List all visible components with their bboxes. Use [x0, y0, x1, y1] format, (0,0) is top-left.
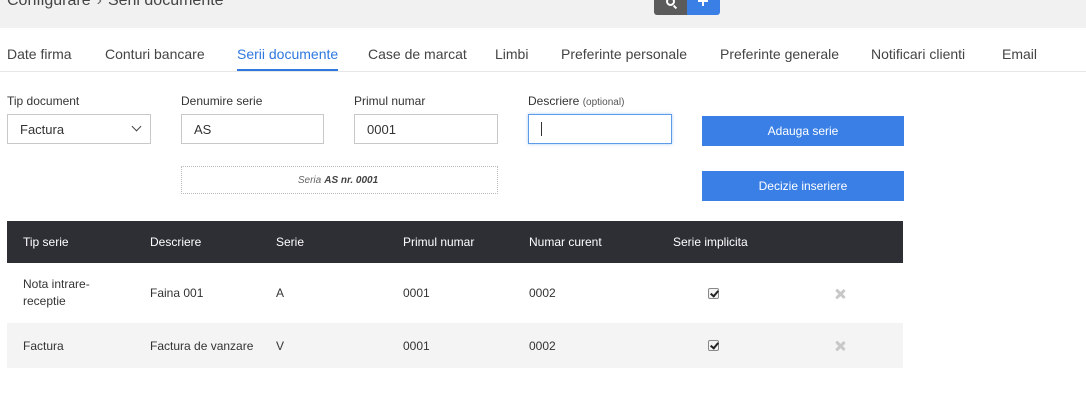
tab-preferinte-personale[interactable]: Preferinte personale	[561, 46, 687, 62]
text-cursor	[541, 122, 542, 136]
cell-numar-curent: 0002	[529, 339, 556, 353]
top-bar: Configurare › Serii documente	[0, 0, 1086, 28]
cell-primul-numar: 0001	[403, 286, 430, 300]
descriere-input[interactable]	[528, 114, 672, 144]
header-serie: Serie	[276, 235, 305, 249]
cell-descriere: Faina 001	[150, 286, 204, 300]
denumire-serie-input[interactable]: AS	[181, 114, 324, 144]
delete-icon[interactable]	[835, 289, 845, 299]
tab-email[interactable]: Email	[1002, 46, 1037, 62]
descriere-optional-note: (optional)	[582, 97, 625, 108]
cell-descriere: Factura de vanzare	[150, 339, 254, 353]
plus-icon-vertical	[702, 0, 704, 6]
tab-conturi-bancare[interactable]: Conturi bancare	[105, 46, 205, 62]
tip-document-value: Factura	[20, 121, 65, 137]
descriere-label-text: Descriere	[528, 94, 580, 108]
header-tip-serie: Tip serie	[23, 235, 69, 249]
tab-limbi[interactable]: Limbi	[495, 46, 528, 62]
tab-serii-documente[interactable]: Serii documente	[237, 46, 339, 71]
settings-tabs: Date firma Conturi bancare Serii documen…	[0, 36, 1086, 72]
chevron-down-icon	[131, 121, 142, 132]
preview-prefix: Seria	[297, 174, 322, 186]
denumire-serie-label: Denumire serie	[181, 94, 263, 108]
primul-numar-value: 0001	[367, 121, 396, 137]
breadcrumb-parent[interactable]: Configurare	[7, 0, 91, 9]
series-table: Tip serie Descriere Serie Primul numar N…	[7, 221, 903, 368]
cell-tip-serie: Nota intrare-receptie	[23, 277, 90, 308]
cell-numar-curent: 0002	[529, 286, 556, 300]
add-button[interactable]	[687, 0, 720, 15]
tip-document-select[interactable]: Factura	[7, 114, 151, 144]
primul-numar-input[interactable]: 0001	[354, 114, 498, 144]
tip-document-label: Tip document	[7, 94, 80, 108]
header-serie-implicita: Serie implicita	[673, 235, 748, 249]
series-preview: Seria AS nr. 0001	[181, 166, 498, 194]
table-row: Factura Factura de vanzare V 0001 0002	[7, 323, 903, 368]
top-actions	[654, 0, 720, 15]
default-series-checkbox[interactable]	[708, 340, 719, 351]
cell-tip-serie: Factura	[23, 339, 64, 353]
descriere-label: Descriere (optional)	[528, 94, 624, 108]
search-icon-handle	[672, 4, 678, 10]
adauga-serie-button[interactable]: Adauga serie	[702, 116, 904, 146]
denumire-serie-value: AS	[194, 121, 212, 137]
tab-preferinte-generale[interactable]: Preferinte generale	[720, 46, 839, 62]
header-descriere: Descriere	[150, 235, 202, 249]
header-primul-numar: Primul numar	[403, 235, 475, 249]
table-header: Tip serie Descriere Serie Primul numar N…	[7, 221, 903, 263]
cell-primul-numar: 0001	[403, 339, 430, 353]
table-row: Nota intrare-receptie Faina 001 A 0001 0…	[7, 263, 903, 323]
header-numar-curent: Numar curent	[529, 235, 602, 249]
delete-icon[interactable]	[835, 341, 845, 351]
breadcrumb: Configurare › Serii documente	[7, 0, 224, 10]
breadcrumb-current: Serii documente	[107, 0, 224, 9]
default-series-checkbox[interactable]	[708, 288, 719, 299]
breadcrumb-separator: ›	[96, 0, 102, 9]
preview-series: AS nr. 0001	[324, 174, 379, 186]
tab-case-de-marcat[interactable]: Case de marcat	[368, 46, 467, 62]
primul-numar-label: Primul numar	[354, 94, 426, 108]
tab-date-firma[interactable]: Date firma	[7, 46, 72, 62]
search-button[interactable]	[654, 0, 687, 15]
cell-serie: V	[276, 339, 285, 353]
cell-serie: A	[276, 286, 285, 300]
decizie-inseriere-button[interactable]: Decizie inseriere	[702, 171, 904, 201]
tab-notificari-clienti[interactable]: Notificari clienti	[871, 46, 965, 62]
